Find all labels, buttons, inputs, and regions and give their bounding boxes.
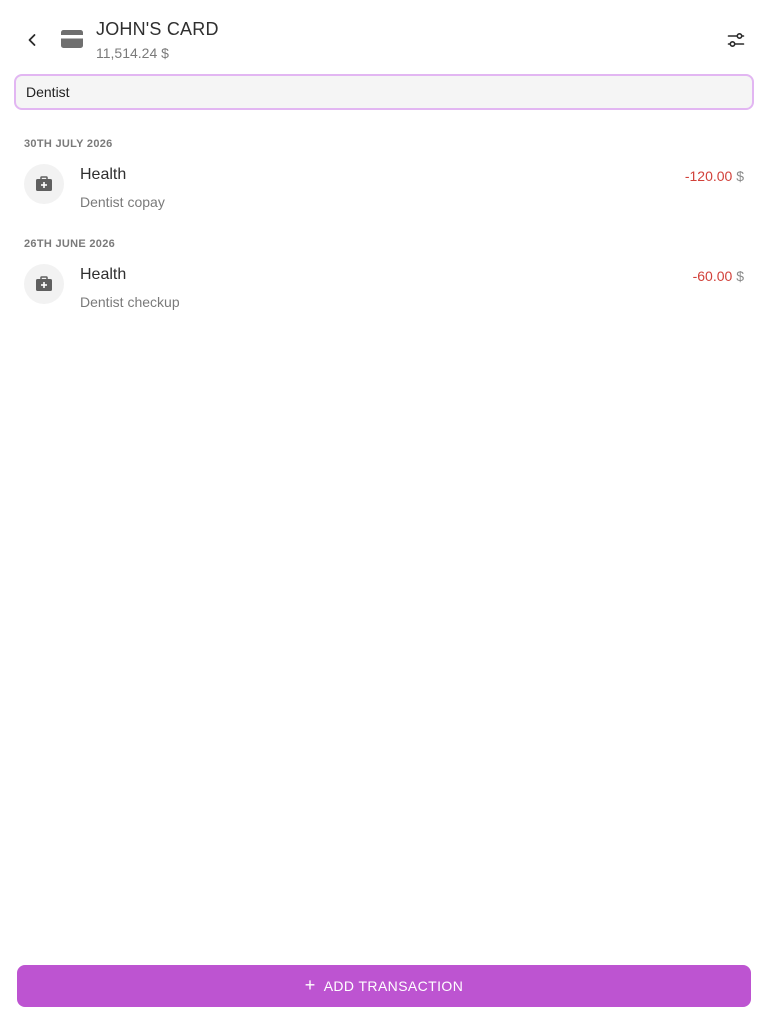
date-header: 26TH JUNE 2026 xyxy=(24,238,116,250)
amount-currency: $ xyxy=(736,268,744,284)
filter-button[interactable] xyxy=(722,26,750,54)
transaction-category: Health xyxy=(80,166,127,183)
amount-currency: $ xyxy=(736,168,744,184)
add-transaction-button[interactable]: + ADD TRANSACTION xyxy=(17,965,751,1007)
amount-value: -120.00 xyxy=(684,168,733,184)
transaction-category: Health xyxy=(80,266,127,283)
search-input[interactable] xyxy=(26,76,752,108)
search-field[interactable] xyxy=(14,74,754,110)
medical-bag-icon xyxy=(36,276,52,291)
date-header: 30TH JULY 2026 xyxy=(24,138,113,150)
account-balance: 11,514.24 $ xyxy=(96,45,169,61)
medical-bag-icon xyxy=(36,176,52,191)
back-button[interactable] xyxy=(18,26,46,54)
plus-icon: + xyxy=(304,975,316,995)
chevron-left-icon xyxy=(28,34,36,46)
transaction-note: Dentist copay xyxy=(80,194,165,210)
credit-card-icon xyxy=(61,30,83,48)
transaction-amount: -60.00 $ xyxy=(693,268,744,284)
transaction-row[interactable]: Health Dentist checkup -60.00 $ xyxy=(0,260,768,320)
transaction-amount: -120.00 $ xyxy=(685,168,744,184)
category-icon-wrap xyxy=(24,264,64,304)
app-root: JOHN'S CARD 11,514.24 $ 30TH JULY 2026 xyxy=(0,0,768,1024)
account-title: JOHN'S CARD xyxy=(96,19,219,39)
amount-value: -60.00 xyxy=(692,268,733,284)
transaction-row[interactable]: Health Dentist copay -120.00 $ xyxy=(0,160,768,220)
app-header: JOHN'S CARD 11,514.24 $ xyxy=(0,0,768,72)
category-icon-wrap xyxy=(24,164,64,204)
add-transaction-label: ADD TRANSACTION xyxy=(323,978,464,994)
tune-sliders-icon xyxy=(727,32,745,48)
transaction-note: Dentist checkup xyxy=(80,294,180,310)
